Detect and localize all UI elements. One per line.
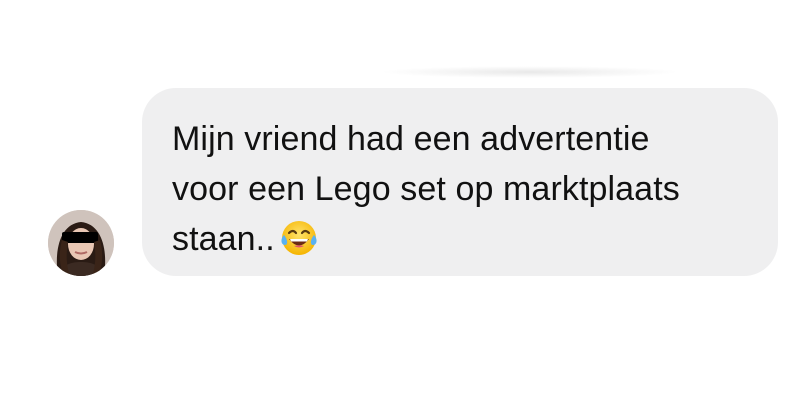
face-with-tears-of-joy-icon — [279, 218, 319, 272]
chat-view: Mijn vriend had een advertentie voor een… — [0, 0, 800, 420]
avatar[interactable] — [48, 210, 114, 276]
message-line-3: staan.. — [172, 220, 275, 258]
message-bubble[interactable]: Mijn vriend had een advertentie voor een… — [142, 88, 778, 276]
message-text: Mijn vriend had een advertentie voor een… — [172, 114, 754, 272]
previous-message-shadow — [380, 66, 680, 78]
avatar-photo — [48, 210, 114, 276]
message-line-2: voor een Lego set op marktplaats — [172, 170, 680, 208]
message-line-1: Mijn vriend had een advertentie — [172, 120, 650, 158]
censor-bar — [62, 232, 98, 243]
